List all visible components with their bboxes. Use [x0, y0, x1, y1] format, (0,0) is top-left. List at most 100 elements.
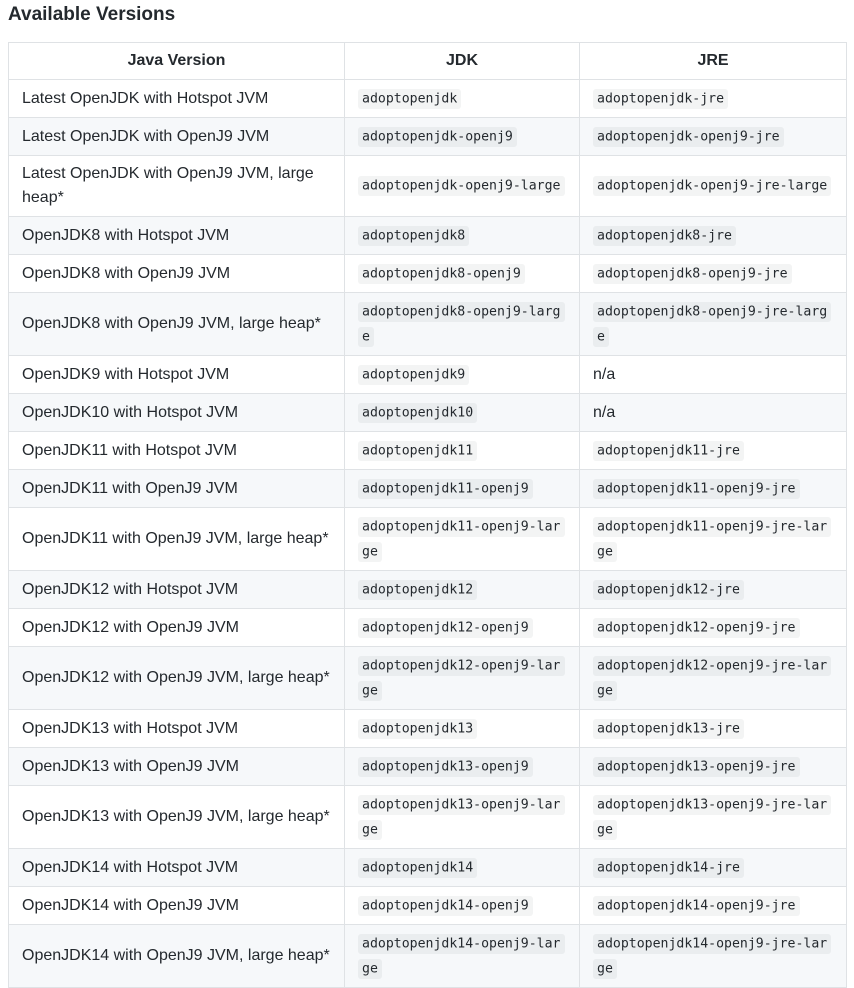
- jre-cell: adoptopenjdk12-jre: [579, 570, 847, 609]
- column-header-jre: JRE: [579, 42, 847, 80]
- java-version-cell: OpenJDK11 with Hotspot JVM: [8, 431, 345, 470]
- jre-cell: adoptopenjdk14-openj9-jre-large: [579, 924, 847, 988]
- jre-package-name: adoptopenjdk-openj9-jre: [593, 126, 784, 147]
- versions-table: Java Version JDK JRE Latest OpenJDK with…: [8, 42, 847, 988]
- table-row: OpenJDK11 with Hotspot JVM adoptopenjdk11…: [8, 431, 847, 470]
- table-row: OpenJDK13 with OpenJ9 JVM adoptopenjdk13-…: [8, 747, 847, 786]
- jdk-cell: adoptopenjdk8-openj9: [344, 254, 580, 293]
- table-header-row: Java Version JDK JRE: [8, 42, 847, 80]
- jre-cell: n/a: [579, 393, 847, 432]
- jre-cell: adoptopenjdk13-openj9-jre: [579, 747, 847, 786]
- jdk-cell: adoptopenjdk12: [344, 570, 580, 609]
- jre-cell: adoptopenjdk-jre: [579, 79, 847, 118]
- jre-package-name: adoptopenjdk12-openj9-jre-large: [593, 655, 832, 701]
- jdk-package-name: adoptopenjdk8-openj9: [358, 263, 525, 284]
- jdk-package-name: adoptopenjdk13-openj9: [358, 756, 533, 777]
- jdk-cell: adoptopenjdk11-openj9-large: [344, 507, 580, 571]
- jre-package-name: adoptopenjdk11-jre: [593, 440, 744, 461]
- jre-package-name: adoptopenjdk14-jre: [593, 857, 744, 878]
- jdk-package-name: adoptopenjdk-openj9-large: [358, 176, 565, 196]
- java-version-cell: OpenJDK12 with OpenJ9 JVM, large heap*: [8, 646, 345, 710]
- java-version-cell: OpenJDK14 with Hotspot JVM: [8, 848, 345, 887]
- jre-cell: adoptopenjdk12-openj9-jre-large: [579, 646, 847, 710]
- jdk-cell: adoptopenjdk: [344, 79, 580, 118]
- jdk-cell: adoptopenjdk9: [344, 355, 580, 394]
- table-row: Latest OpenJDK with OpenJ9 JVM adoptopenj…: [8, 117, 847, 156]
- jdk-package-name: adoptopenjdk-openj9: [358, 126, 517, 147]
- java-version-cell: OpenJDK13 with Hotspot JVM: [8, 709, 345, 748]
- table-row: OpenJDK8 with OpenJ9 JVM, large heap* ado…: [8, 292, 847, 356]
- jre-cell: adoptopenjdk11-openj9-jre-large: [579, 507, 847, 571]
- jre-not-available: n/a: [593, 365, 616, 383]
- jre-package-name: adoptopenjdk13-openj9-jre: [593, 756, 800, 777]
- jdk-package-name: adoptopenjdk10: [358, 402, 478, 423]
- column-header-jdk: JDK: [344, 42, 580, 80]
- jre-package-name: adoptopenjdk-jre: [593, 88, 729, 109]
- jre-cell: n/a: [579, 355, 847, 394]
- jdk-package-name: adoptopenjdk13: [358, 718, 478, 739]
- jre-package-name: adoptopenjdk13-jre: [593, 718, 744, 739]
- jdk-package-name: adoptopenjdk14: [358, 857, 478, 878]
- jdk-cell: adoptopenjdk10: [344, 393, 580, 432]
- table-row: OpenJDK12 with Hotspot JVM adoptopenjdk12…: [8, 570, 847, 609]
- jre-package-name: adoptopenjdk14-openj9-jre: [593, 895, 800, 916]
- table-row: OpenJDK14 with OpenJ9 JVM, large heap* ad…: [8, 924, 847, 988]
- jdk-package-name: adoptopenjdk11-openj9: [358, 478, 533, 499]
- jre-package-name: adoptopenjdk8-openj9-jre-large: [593, 301, 832, 347]
- java-version-cell: OpenJDK13 with OpenJ9 JVM, large heap*: [8, 785, 345, 849]
- jre-cell: adoptopenjdk12-openj9-jre: [579, 608, 847, 647]
- table-row: OpenJDK10 with Hotspot JVM adoptopenjdk10…: [8, 393, 847, 432]
- jre-package-name: adoptopenjdk11-openj9-jre: [593, 478, 800, 499]
- jre-package-name: adoptopenjdk8-openj9-jre: [593, 263, 792, 284]
- jre-cell: adoptopenjdk-openj9-jre-large: [579, 155, 847, 217]
- jdk-cell: adoptopenjdk11: [344, 431, 580, 470]
- jre-cell: adoptopenjdk14-openj9-jre: [579, 886, 847, 925]
- jdk-cell: adoptopenjdk14-openj9-large: [344, 924, 580, 988]
- jdk-package-name: adoptopenjdk14-openj9: [358, 895, 533, 916]
- table-row: OpenJDK9 with Hotspot JVM adoptopenjdk9 n/…: [8, 355, 847, 394]
- jre-cell: adoptopenjdk13-jre: [579, 709, 847, 748]
- jdk-package-name: adoptopenjdk13-openj9-large: [358, 794, 565, 840]
- jre-cell: adoptopenjdk-openj9-jre: [579, 117, 847, 156]
- jdk-cell: adoptopenjdk13: [344, 709, 580, 748]
- java-version-cell: OpenJDK11 with OpenJ9 JVM, large heap*: [8, 507, 345, 571]
- jdk-cell: adoptopenjdk11-openj9: [344, 469, 580, 508]
- jdk-package-name: adoptopenjdk9: [358, 364, 470, 385]
- jdk-package-name: adoptopenjdk11: [358, 440, 478, 461]
- jre-not-available: n/a: [593, 403, 616, 421]
- jdk-cell: adoptopenjdk8-openj9-large: [344, 292, 580, 356]
- java-version-cell: OpenJDK12 with Hotspot JVM: [8, 570, 345, 609]
- jre-package-name: adoptopenjdk12-openj9-jre: [593, 617, 800, 638]
- jre-package-name: adoptopenjdk12-jre: [593, 579, 744, 600]
- table-row: Latest OpenJDK with Hotspot JVM adoptopen…: [8, 79, 847, 118]
- jdk-package-name: adoptopenjdk12-openj9: [358, 617, 533, 638]
- jdk-cell: adoptopenjdk8: [344, 216, 580, 255]
- jdk-cell: adoptopenjdk-openj9: [344, 117, 580, 156]
- jdk-cell: adoptopenjdk13-openj9: [344, 747, 580, 786]
- table-row: OpenJDK14 with OpenJ9 JVM adoptopenjdk14-…: [8, 886, 847, 925]
- table-row: OpenJDK13 with OpenJ9 JVM, large heap* ad…: [8, 785, 847, 849]
- jre-cell: adoptopenjdk8-jre: [579, 216, 847, 255]
- java-version-cell: Latest OpenJDK with OpenJ9 JVM: [8, 117, 345, 156]
- jre-package-name: adoptopenjdk14-openj9-jre-large: [593, 933, 832, 979]
- java-version-cell: OpenJDK8 with Hotspot JVM: [8, 216, 345, 255]
- table-row: OpenJDK11 with OpenJ9 JVM, large heap* ad…: [8, 507, 847, 571]
- table-row: OpenJDK8 with Hotspot JVM adoptopenjdk8 ad…: [8, 216, 847, 255]
- jdk-cell: adoptopenjdk13-openj9-large: [344, 785, 580, 849]
- section-heading: Available Versions: [8, 4, 176, 25]
- jre-cell: adoptopenjdk8-openj9-jre: [579, 254, 847, 293]
- jdk-cell: adoptopenjdk14: [344, 848, 580, 887]
- java-version-cell: Latest OpenJDK with Hotspot JVM: [8, 79, 345, 118]
- table-row: OpenJDK12 with OpenJ9 JVM, large heap* ad…: [8, 646, 847, 710]
- jdk-package-name: adoptopenjdk8-openj9-large: [358, 301, 565, 347]
- java-version-cell: OpenJDK11 with OpenJ9 JVM: [8, 469, 345, 508]
- table-row: OpenJDK14 with Hotspot JVM adoptopenjdk14…: [8, 848, 847, 887]
- java-version-cell: OpenJDK10 with Hotspot JVM: [8, 393, 345, 432]
- jdk-cell: adoptopenjdk-openj9-large: [344, 155, 580, 217]
- jdk-cell: adoptopenjdk12-openj9-large: [344, 646, 580, 710]
- java-version-cell: OpenJDK8 with OpenJ9 JVM: [8, 254, 345, 293]
- table-row: OpenJDK11 with OpenJ9 JVM adoptopenjdk11-…: [8, 469, 847, 508]
- jdk-cell: adoptopenjdk12-openj9: [344, 608, 580, 647]
- table-row: OpenJDK12 with OpenJ9 JVM adoptopenjdk12-…: [8, 608, 847, 647]
- jre-cell: adoptopenjdk13-openj9-jre-large: [579, 785, 847, 849]
